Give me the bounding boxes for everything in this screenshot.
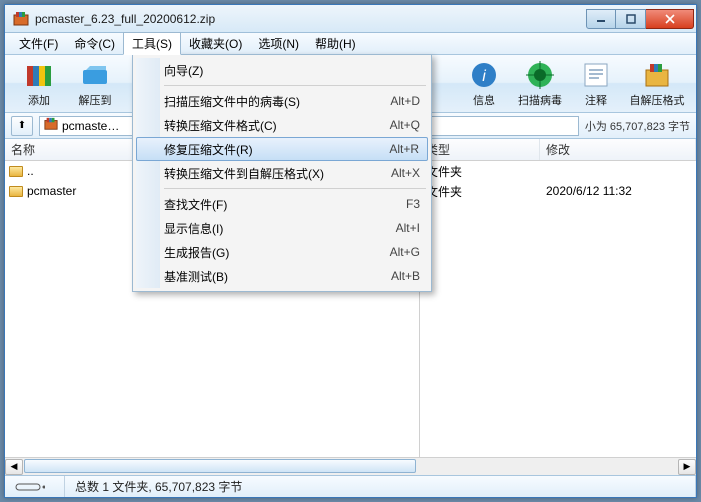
toolbar-scan[interactable]: 扫描病毒 <box>512 57 568 111</box>
close-icon <box>665 14 675 24</box>
app-icon <box>13 11 29 27</box>
folder-icon <box>9 186 23 197</box>
toolbar-comment-label: 注释 <box>585 92 607 108</box>
file-list-right[interactable]: 文件夹 文件夹 2020/6/12 11:32 <box>420 161 696 457</box>
menu-find[interactable]: 查找文件(F)F3 <box>136 192 428 216</box>
status-bar: 总数 1 文件夹, 65,707,823 字节 <box>5 475 696 497</box>
maximize-icon <box>626 14 636 24</box>
toolbar-comment[interactable]: 注释 <box>568 57 624 111</box>
menu-help[interactable]: 帮助(H) <box>307 33 364 54</box>
toolbar-info[interactable]: i 信息 <box>456 57 512 111</box>
list-item[interactable]: 文件夹 <box>420 161 696 181</box>
menu-wizard[interactable]: 向导(Z) <box>136 58 428 82</box>
up-arrow-icon: ⬆ <box>18 120 26 131</box>
window-title: pcmaster_6.23_full_20200612.zip <box>35 12 586 26</box>
menu-convert[interactable]: 转换压缩文件格式(C)Alt+Q <box>136 113 428 137</box>
tools-dropdown: 向导(Z) 扫描压缩文件中的病毒(S)Alt+D 转换压缩文件格式(C)Alt+… <box>132 54 432 292</box>
archive-size-text: 小为 65,707,823 字节 <box>585 118 690 134</box>
column-modified[interactable]: 修改 <box>540 139 696 160</box>
list-item[interactable]: 文件夹 2020/6/12 11:32 <box>420 181 696 201</box>
menu-favorites[interactable]: 收藏夹(O) <box>181 33 250 54</box>
file-modified: 2020/6/12 11:32 <box>546 184 632 198</box>
scroll-thumb[interactable] <box>24 459 416 473</box>
toolbar-info-label: 信息 <box>473 92 495 108</box>
menu-commands[interactable]: 命令(C) <box>66 33 123 54</box>
maximize-button[interactable] <box>616 9 646 29</box>
menu-report[interactable]: 生成报告(G)Alt+G <box>136 240 428 264</box>
file-type: 文件夹 <box>426 163 542 180</box>
toolbar-add-label: 添加 <box>28 92 50 108</box>
title-bar: pcmaster_6.23_full_20200612.zip <box>5 5 696 33</box>
nav-up-button[interactable]: ⬆ <box>11 116 33 136</box>
folder-icon <box>9 166 23 177</box>
books-icon <box>24 60 54 90</box>
file-type: 文件夹 <box>426 183 542 200</box>
status-indicator <box>5 476 65 497</box>
folder-open-icon <box>80 60 110 90</box>
menu-scan-virus[interactable]: 扫描压缩文件中的病毒(S)Alt+D <box>136 89 428 113</box>
main-window: pcmaster_6.23_full_20200612.zip 文件(F) 命令… <box>4 4 697 498</box>
toolbar-add[interactable]: 添加 <box>11 57 67 111</box>
info-icon: i <box>469 60 499 90</box>
menu-options[interactable]: 选项(N) <box>250 33 307 54</box>
horizontal-scrollbar[interactable]: ◀ ▶ <box>5 457 696 475</box>
menu-separator <box>164 85 426 86</box>
menu-to-sfx[interactable]: 转换压缩文件到自解压格式(X)Alt+X <box>136 161 428 185</box>
scroll-track[interactable] <box>24 459 677 475</box>
bug-scan-icon <box>525 60 555 90</box>
disk-icon <box>15 481 45 493</box>
file-name: .. <box>27 164 34 178</box>
menu-show-info[interactable]: 显示信息(I)Alt+I <box>136 216 428 240</box>
svg-text:i: i <box>482 68 486 85</box>
toolbar-scan-label: 扫描病毒 <box>518 92 562 108</box>
minimize-button[interactable] <box>586 9 616 29</box>
window-controls <box>586 9 694 29</box>
menu-file[interactable]: 文件(F) <box>11 33 66 54</box>
file-name: pcmaster <box>27 184 76 198</box>
sfx-icon <box>642 60 672 90</box>
toolbar-extract[interactable]: 解压到 <box>67 57 123 111</box>
menu-tools[interactable]: 工具(S) <box>123 32 181 55</box>
toolbar-extract-label: 解压到 <box>79 92 112 108</box>
close-button[interactable] <box>646 9 694 29</box>
path-text: pcmaster_6.23_full_20200612.zip <box>62 119 122 133</box>
menu-repair[interactable]: 修复压缩文件(R)Alt+R <box>136 137 428 161</box>
menu-separator <box>164 188 426 189</box>
status-total: 总数 1 文件夹, 65,707,823 字节 <box>65 476 696 497</box>
toolbar-sfx[interactable]: 自解压格式 <box>624 57 690 111</box>
column-header-right: 类型 修改 <box>420 139 696 161</box>
scroll-left-button[interactable]: ◀ <box>5 459 23 475</box>
toolbar-sfx-label: 自解压格式 <box>630 92 685 108</box>
comment-icon <box>581 60 611 90</box>
menu-benchmark[interactable]: 基准测试(B)Alt+B <box>136 264 428 288</box>
column-type[interactable]: 类型 <box>420 139 540 160</box>
menu-bar: 文件(F) 命令(C) 工具(S) 收藏夹(O) 选项(N) 帮助(H) <box>5 33 696 55</box>
archive-icon <box>44 117 58 134</box>
right-pane: 类型 修改 文件夹 文件夹 2020/6/12 11:32 <box>420 139 696 457</box>
scroll-right-button[interactable]: ▶ <box>678 459 696 475</box>
minimize-icon <box>596 14 606 24</box>
